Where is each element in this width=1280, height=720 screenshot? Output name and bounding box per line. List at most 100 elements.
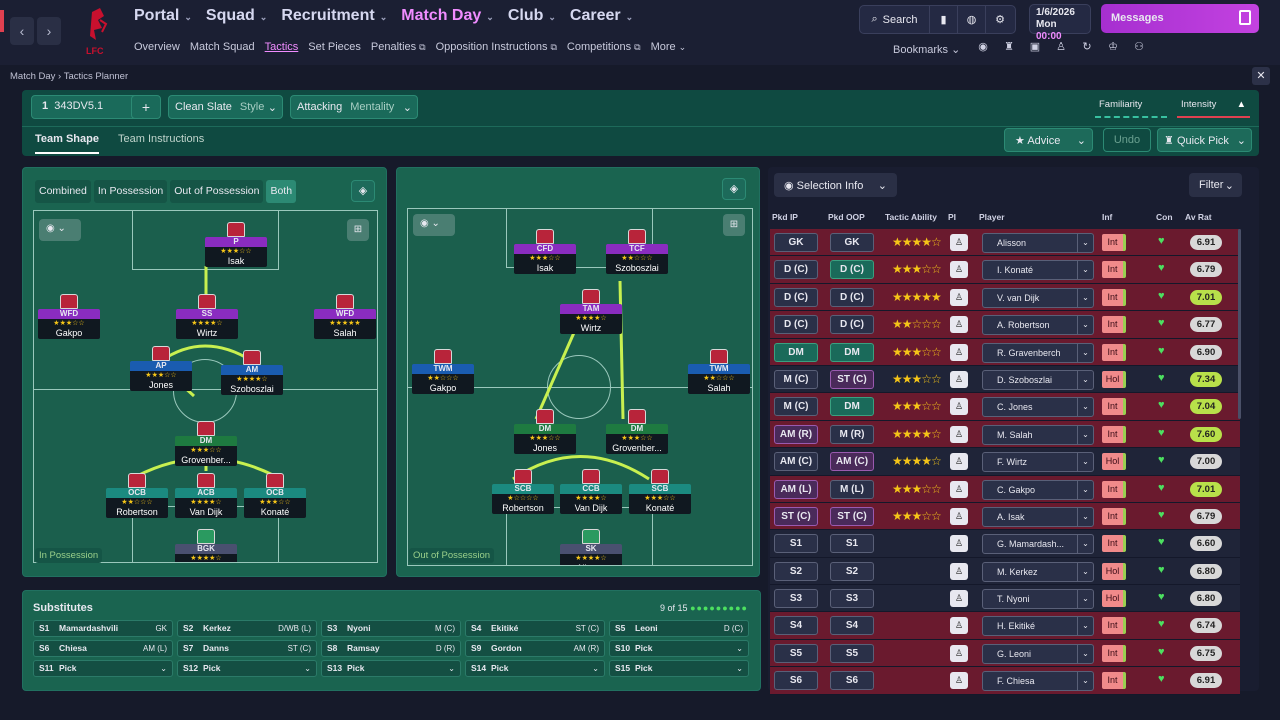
player-select[interactable]: R. Gravenberch ⌄	[982, 342, 1094, 363]
view-tab-out-of-possession[interactable]: Out of Possession	[170, 180, 264, 203]
view-tab-both[interactable]: Both	[266, 180, 297, 203]
player-instructions-button[interactable]: ♙	[950, 617, 968, 635]
pkd-ip-select[interactable]: S6	[774, 671, 818, 691]
club-crest[interactable]: LFC	[78, 6, 118, 58]
player-card[interactable]: DM ★★★☆☆ Grovenber...	[175, 421, 237, 466]
pkd-oop-select[interactable]: S5	[830, 643, 874, 663]
table-row[interactable]: S4 S4 ♙ H. Ekitiké ⌄ Int ♥ 6.74	[770, 612, 1240, 640]
player-instructions-button[interactable]: ♙	[950, 370, 968, 388]
refresh-icon[interactable]: ↻	[1079, 40, 1095, 56]
player-card[interactable]: AM ★★★★☆ Szoboszlai	[221, 350, 283, 395]
player-instructions-button[interactable]: ♙	[950, 425, 968, 443]
player-select[interactable]: M. Salah ⌄	[982, 424, 1094, 445]
undo-button[interactable]: Undo	[1103, 128, 1151, 152]
player-card[interactable]: P ★★★☆☆ Isak	[205, 222, 267, 267]
player-instructions-button[interactable]: ♙	[950, 288, 968, 306]
table-row[interactable]: M (C) ST (C) ★★★☆☆ ♙ D. Szoboszlai ⌄ Hol ♥ 7.34	[770, 365, 1240, 394]
pkd-ip-select[interactable]: S2	[774, 561, 818, 581]
table-row[interactable]: ST (C) ST (C) ★★★☆☆ ♙ A. Isak ⌄ Int ♥ 6.79	[770, 502, 1240, 531]
pkd-oop-select[interactable]: S2	[830, 561, 874, 581]
player-select[interactable]: G. Mamardash... ⌄	[982, 534, 1094, 555]
nav-match-day[interactable]: Match Day ⌄	[401, 7, 494, 25]
person-icon[interactable]: ♙	[1053, 40, 1069, 56]
player-select[interactable]: G. Leoni ⌄	[982, 643, 1094, 664]
player-select[interactable]: A. Isak ⌄	[982, 506, 1094, 527]
intensity-meter[interactable]: Intensity ▲	[1177, 96, 1250, 118]
col-av-rat[interactable]: Av Rat	[1185, 212, 1212, 222]
sub-slot-s2[interactable]: S2 Kerkez D/WB (L)	[177, 620, 317, 637]
nav-recruitment[interactable]: Recruitment ⌄	[281, 7, 387, 25]
pkd-ip-select[interactable]: DM	[774, 342, 818, 362]
player-select[interactable]: F. Chiesa ⌄	[982, 671, 1094, 692]
influence-badge[interactable]: Int	[1102, 507, 1126, 525]
player-select[interactable]: T. Nyoni ⌄	[982, 589, 1094, 610]
trophy-icon[interactable]: ♔	[1105, 40, 1121, 56]
influence-badge[interactable]: Int	[1102, 398, 1126, 416]
col-inf[interactable]: Inf	[1102, 212, 1112, 222]
player-select[interactable]: C. Jones ⌄	[982, 397, 1094, 418]
player-card[interactable]: TWM ★★☆☆☆ Salah	[688, 349, 750, 394]
pkd-oop-select[interactable]: M (R)	[830, 424, 874, 444]
pkd-oop-select[interactable]: S6	[830, 671, 874, 691]
player-select[interactable]: D. Szoboszlai ⌄	[982, 369, 1094, 390]
sub-slot-s12[interactable]: S12 Pick ⌄	[177, 660, 317, 677]
sub-slot-s3[interactable]: S3 Nyoni M (C)	[321, 620, 461, 637]
player-instructions-button[interactable]: ♙	[950, 316, 968, 334]
sub-slot-s5[interactable]: S5 Leoni D (C)	[609, 620, 749, 637]
nav-career[interactable]: Career ⌄	[570, 7, 633, 25]
advice-button[interactable]: ★ Advice ⌄	[1004, 128, 1093, 152]
player-card[interactable]: ACB ★★★★☆ Van Dijk	[175, 473, 237, 518]
sub-slot-s1[interactable]: S1 Mamardashvili GK	[33, 620, 173, 637]
player-select[interactable]: A. Robertson ⌄	[982, 315, 1094, 336]
table-row[interactable]: GK GK ★★★★☆ ♙ Alisson ⌄ Int ♥ 6.91	[770, 229, 1240, 257]
player-select[interactable]: H. Ekitiké ⌄	[982, 616, 1094, 637]
player-instructions-button[interactable]: ♙	[950, 672, 968, 690]
nav-portal[interactable]: Portal ⌄	[134, 7, 192, 25]
pkd-ip-select[interactable]: AM (C)	[774, 452, 818, 472]
col-player[interactable]: Player	[979, 212, 1005, 222]
table-row[interactable]: S5 S5 ♙ G. Leoni ⌄ Int ♥ 6.75	[770, 639, 1240, 668]
shirt-icon[interactable]: ♜	[1001, 40, 1017, 56]
pkd-oop-select[interactable]: GK	[830, 233, 874, 252]
subnav-more[interactable]: More ⌄	[651, 41, 687, 53]
influence-badge[interactable]: Int	[1102, 316, 1126, 334]
pkd-oop-select[interactable]: S4	[830, 616, 874, 636]
player-card[interactable]: SK★★★★☆Alisson	[560, 529, 622, 565]
pitch-view-button[interactable]: ◈	[351, 180, 375, 202]
col-pkd-oop[interactable]: Pkd OOP	[828, 212, 865, 222]
table-row[interactable]: D (C) D (C) ★★★☆☆ ♙ I. Konaté ⌄ Int ♥ 6.79	[770, 256, 1240, 284]
influence-badge[interactable]: Hol	[1102, 370, 1126, 388]
add-tactic-button[interactable]: +	[131, 95, 161, 119]
nav-club[interactable]: Club ⌄	[508, 7, 556, 25]
badge-icon[interactable]: ◉	[975, 40, 991, 56]
influence-badge[interactable]: Int	[1102, 288, 1126, 306]
player-card[interactable]: OCB ★★☆☆☆ Robertson	[106, 473, 168, 518]
nav-squad[interactable]: Squad ⌄	[206, 7, 267, 25]
influence-badge[interactable]: Hol	[1102, 562, 1126, 580]
close-button[interactable]: ✕	[1252, 67, 1270, 85]
sub-slot-s6[interactable]: S6 Chiesa AM (L)	[33, 640, 173, 657]
sub-slot-s10[interactable]: S10 Pick ⌄	[609, 640, 749, 657]
pkd-oop-select[interactable]: DM	[830, 342, 874, 362]
player-instructions-button[interactable]: ♙	[950, 343, 968, 361]
quick-pick-button[interactable]: ♜ Quick Pick ⌄	[1157, 128, 1252, 152]
player-instructions-button[interactable]: ♙	[950, 562, 968, 580]
subnav-set-pieces[interactable]: Set Pieces	[308, 41, 361, 53]
pkd-oop-select[interactable]: DM	[830, 397, 874, 417]
influence-badge[interactable]: Int	[1102, 261, 1126, 279]
visibility-toggle[interactable]: ◉ ⌄	[39, 219, 81, 241]
back-button[interactable]: ‹	[10, 17, 34, 45]
pkd-oop-select[interactable]: ST (C)	[830, 506, 874, 526]
sub-slot-s15[interactable]: S15 Pick ⌄	[609, 660, 749, 677]
col-tactic-ability[interactable]: Tactic Ability	[885, 212, 937, 222]
table-row[interactable]: D (C) D (C) ★★☆☆☆ ♙ A. Robertson ⌄ Int ♥ 6.77	[770, 311, 1240, 339]
card-icon[interactable]: ▣	[1027, 40, 1043, 56]
player-card[interactable]: BGK★★★★☆Alisson	[175, 529, 237, 562]
influence-badge[interactable]: Hol	[1102, 453, 1126, 471]
influence-badge[interactable]: Int	[1102, 535, 1126, 553]
selection-info-dropdown[interactable]: ◉ Selection Info ⌄	[774, 173, 897, 197]
pkd-oop-select[interactable]: D (C)	[830, 260, 874, 280]
player-card[interactable]: TCF ★★☆☆☆ Szoboszlai	[606, 229, 668, 274]
player-select[interactable]: V. van Dijk ⌄	[982, 287, 1094, 308]
pkd-ip-select[interactable]: D (C)	[774, 287, 818, 307]
